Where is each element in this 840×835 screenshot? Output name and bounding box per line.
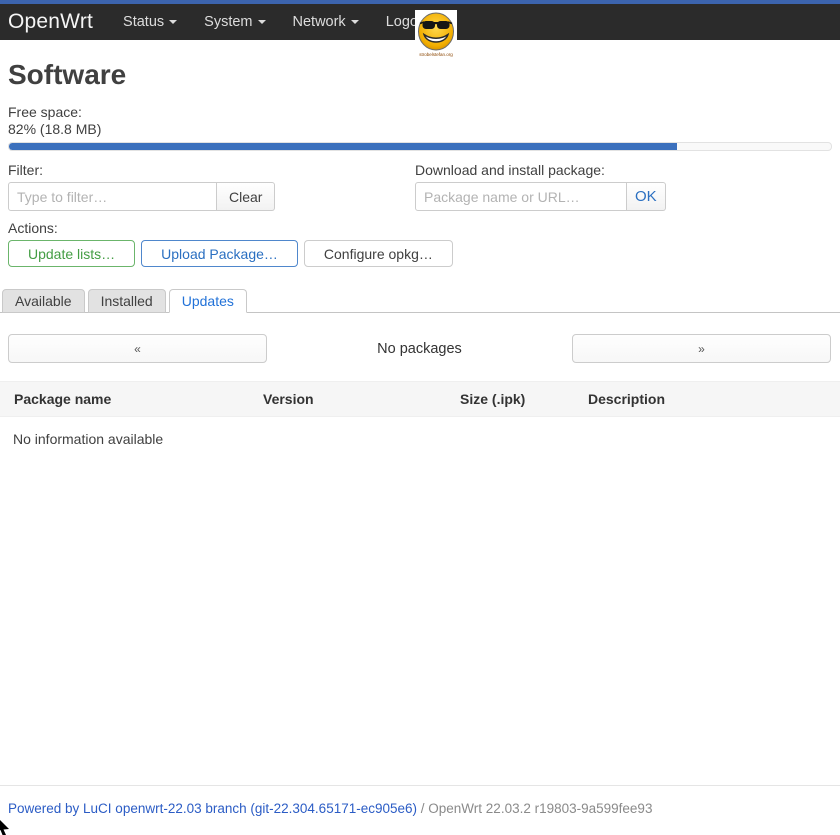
- luci-version-link[interactable]: Powered by LuCI openwrt-22.03 branch (gi…: [8, 801, 417, 816]
- package-url-input[interactable]: [415, 182, 627, 211]
- menu-item-system[interactable]: System: [204, 14, 265, 30]
- controls-row: Filter: Clear Download and install packa…: [0, 162, 840, 211]
- free-space-progress-fill: [9, 143, 677, 150]
- free-space-value: 82% (18.8 MB): [8, 121, 832, 138]
- smiley-logo-icon: [416, 11, 456, 52]
- package-table: Package name Version Size (.ipk) Descrip…: [0, 381, 840, 447]
- site-logo-caption: strobelstefan.org: [416, 52, 456, 58]
- column-header-package-name: Package name: [0, 382, 249, 416]
- menu-item-network-label: Network: [293, 14, 346, 30]
- table-empty-message: No information available: [13, 431, 840, 447]
- filter-label: Filter:: [8, 162, 415, 179]
- column-header-version: Version: [249, 382, 446, 416]
- download-ok-button[interactable]: OK: [627, 182, 666, 211]
- free-space-label: Free space:: [8, 104, 832, 121]
- update-lists-button[interactable]: Update lists…: [8, 240, 135, 267]
- menu-item-system-label: System: [204, 14, 252, 30]
- actions-section: Actions: Update lists… Upload Package… C…: [8, 220, 832, 267]
- next-page-button[interactable]: »: [572, 334, 831, 363]
- mouse-cursor: [0, 817, 13, 835]
- actions-label: Actions:: [8, 220, 832, 237]
- chevron-down-icon: [351, 20, 359, 24]
- chevron-down-icon: [169, 20, 177, 24]
- footer-separator: /: [417, 801, 428, 816]
- content-area: Software Free space: 82% (18.8 MB) Filte…: [0, 60, 840, 447]
- menu-item-status[interactable]: Status: [123, 14, 177, 30]
- column-header-size: Size (.ipk): [446, 382, 574, 416]
- site-logo[interactable]: strobelstefan.org: [415, 10, 457, 59]
- free-space-section: Free space: 82% (18.8 MB): [8, 104, 832, 151]
- chevron-down-icon: [258, 20, 266, 24]
- pagination-status: No packages: [267, 341, 572, 357]
- openwrt-version-text: OpenWrt 22.03.2 r19803-9a599fee93: [428, 801, 652, 816]
- download-label: Download and install package:: [415, 162, 840, 179]
- upload-package-button[interactable]: Upload Package…: [141, 240, 298, 267]
- prev-page-button[interactable]: «: [8, 334, 267, 363]
- page-title: Software: [8, 60, 832, 90]
- brand-logo[interactable]: OpenWrt: [8, 10, 93, 34]
- tab-installed[interactable]: Installed: [88, 289, 166, 313]
- clear-filter-button[interactable]: Clear: [217, 182, 275, 211]
- configure-opkg-button[interactable]: Configure opkg…: [304, 240, 453, 267]
- column-header-description: Description: [574, 382, 840, 416]
- package-tabs: Available Installed Updates: [0, 289, 840, 313]
- page-footer: Powered by LuCI openwrt-22.03 branch (gi…: [0, 785, 840, 816]
- tab-updates[interactable]: Updates: [169, 289, 247, 313]
- package-table-header: Package name Version Size (.ipk) Descrip…: [0, 381, 840, 417]
- filter-input[interactable]: [8, 182, 217, 211]
- menu-item-status-label: Status: [123, 14, 164, 30]
- free-space-progressbar: [8, 142, 832, 151]
- download-section: Download and install package: OK: [415, 162, 840, 211]
- tab-available[interactable]: Available: [2, 289, 85, 313]
- main-menu: Status System Network Logout: [123, 14, 457, 30]
- filter-section: Filter: Clear: [0, 162, 415, 211]
- pagination-bar: « No packages »: [0, 334, 840, 363]
- menu-item-network[interactable]: Network: [293, 14, 359, 30]
